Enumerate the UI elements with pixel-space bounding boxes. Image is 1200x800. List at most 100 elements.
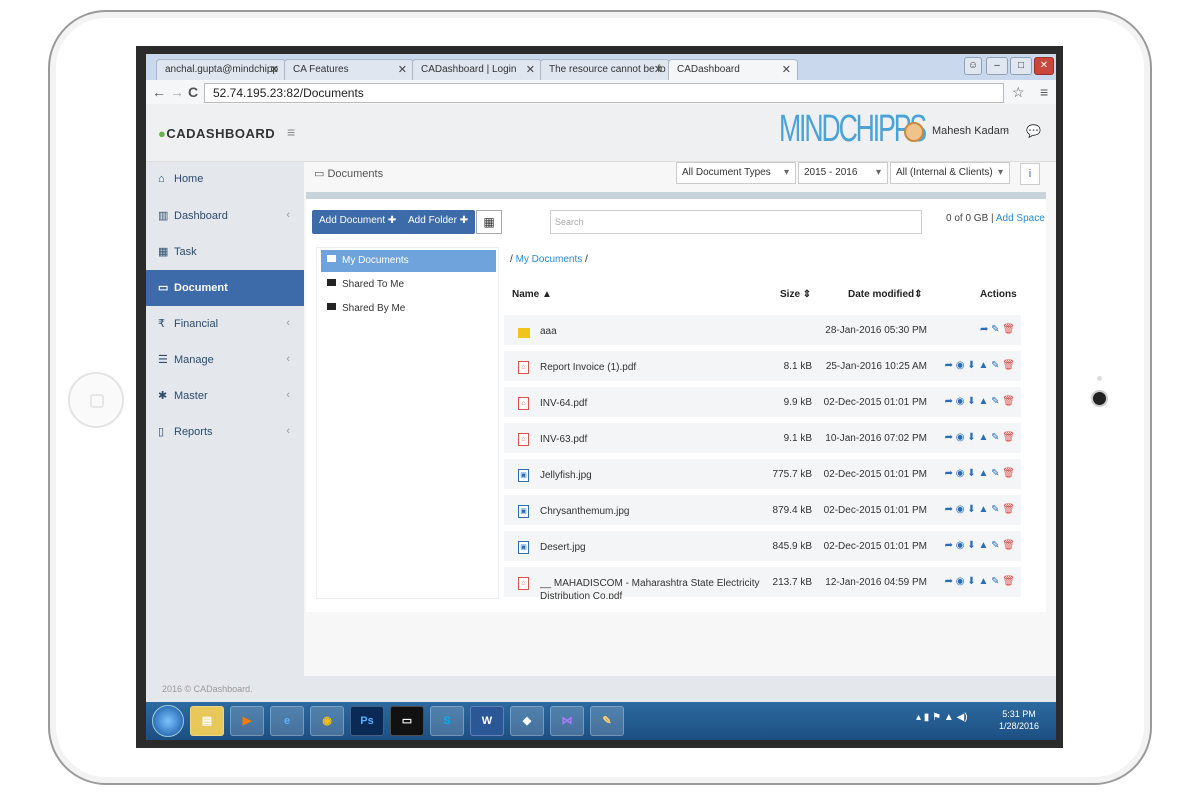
file-row[interactable]: ⌂ __ MAHADISCOM - Maharashtra State Elect… bbox=[504, 567, 1021, 599]
lock-icon[interactable]: ▲ bbox=[978, 576, 991, 587]
visual-studio-icon[interactable]: ⋈ bbox=[550, 706, 584, 736]
forward-icon[interactable]: → bbox=[170, 84, 184, 100]
browser-tab[interactable]: anchal.gupta@mindchipp ✕ bbox=[156, 59, 286, 80]
tree-item-shared-by-me[interactable]: Shared By Me bbox=[321, 298, 496, 320]
tree-item-shared-to-me[interactable]: Shared To Me bbox=[321, 274, 496, 296]
lock-icon[interactable]: ▲ bbox=[978, 396, 991, 407]
browser-tab[interactable]: CADashboard | Login ✕ bbox=[412, 59, 542, 80]
url-field[interactable]: 52.74.195.23:82/Documents bbox=[204, 83, 1004, 103]
system-tray[interactable]: ▴ ▮ ⚑ ▲ ◀) bbox=[916, 712, 968, 723]
sidebar-item-master[interactable]: ✱ Master ‹ bbox=[146, 378, 304, 414]
column-size[interactable]: Size ⇕ bbox=[780, 289, 811, 300]
edit-icon[interactable]: ✎ bbox=[991, 504, 1002, 515]
file-name[interactable]: Report Invoice (1).pdf bbox=[540, 361, 760, 374]
share-icon[interactable]: ➦ bbox=[980, 324, 991, 335]
view-icon[interactable]: ◉ bbox=[956, 576, 968, 587]
maximize-button[interactable]: □ bbox=[1010, 57, 1032, 75]
share-icon[interactable]: ➦ bbox=[945, 360, 956, 371]
edit-icon[interactable]: ✎ bbox=[991, 540, 1002, 551]
file-row[interactable]: ▣ Chrysanthemum.jpg 879.4 kB 02-Dec-2015 01… bbox=[504, 495, 1021, 527]
column-name[interactable]: Name ▲ bbox=[512, 289, 552, 300]
delete-icon[interactable]: 🗑 bbox=[1002, 360, 1015, 371]
search-input[interactable]: Search bbox=[550, 210, 922, 234]
file-row[interactable]: ▣ Jellyfish.jpg 775.7 kB 02-Dec-2015 01:01 … bbox=[504, 459, 1021, 491]
user-name[interactable]: Mahesh Kadam bbox=[932, 125, 1009, 137]
file-row[interactable]: aaa 28-Jan-2016 05:30 PM ➦ ✎ 🗑 bbox=[504, 315, 1021, 347]
add-document-button[interactable]: Add Document ✚ bbox=[312, 210, 404, 234]
start-button[interactable] bbox=[152, 705, 184, 737]
file-name[interactable]: Jellyfish.jpg bbox=[540, 469, 760, 482]
reload-icon[interactable]: C bbox=[188, 84, 198, 100]
chevron-down-icon[interactable]: ⌄ bbox=[1001, 124, 1009, 135]
hamburger-icon[interactable]: ≡ bbox=[287, 124, 295, 140]
file-name[interactable]: INV-64.pdf bbox=[540, 397, 760, 410]
download-icon[interactable]: ⬇ bbox=[967, 432, 978, 443]
browser-tab[interactable]: The resource cannot be fo ✕ bbox=[540, 59, 670, 80]
share-icon[interactable]: ➦ bbox=[945, 396, 956, 407]
sidebar-item-document[interactable]: ▭ Document bbox=[146, 270, 304, 306]
file-name[interactable]: INV-63.pdf bbox=[540, 433, 760, 446]
file-row[interactable]: ⌂ INV-63.pdf 9.1 kB 10-Jan-2016 07:02 PM ➦ ◉… bbox=[504, 423, 1021, 455]
browser-tab-active[interactable]: CADashboard ✕ bbox=[668, 59, 798, 80]
lock-icon[interactable]: ▲ bbox=[978, 468, 991, 479]
clock[interactable]: 5:31 PM 1/28/2016 bbox=[994, 708, 1044, 732]
delete-icon[interactable]: 🗑 bbox=[1002, 324, 1015, 335]
delete-icon[interactable]: 🗑 bbox=[1002, 468, 1015, 479]
lock-icon[interactable]: ▲ bbox=[978, 540, 991, 551]
column-date[interactable]: Date modified⇕ bbox=[848, 289, 923, 300]
bookmark-star-icon[interactable]: ☆ bbox=[1012, 84, 1025, 101]
media-player-icon[interactable]: ▶ bbox=[230, 706, 264, 736]
view-icon[interactable]: ◉ bbox=[956, 396, 968, 407]
share-icon[interactable]: ➦ bbox=[945, 540, 956, 551]
view-icon[interactable]: ◉ bbox=[956, 540, 968, 551]
info-button[interactable]: i bbox=[1020, 163, 1040, 185]
internet-explorer-icon[interactable]: e bbox=[270, 706, 304, 736]
tree-item-my-documents[interactable]: My Documents bbox=[321, 250, 496, 272]
delete-icon[interactable]: 🗑 bbox=[1002, 540, 1015, 551]
back-icon[interactable]: ← bbox=[152, 84, 166, 100]
view-icon[interactable]: ◉ bbox=[956, 468, 968, 479]
file-name[interactable]: __ MAHADISCOM - Maharashtra State Electr… bbox=[540, 577, 760, 599]
explorer-icon[interactable]: ▤ bbox=[190, 706, 224, 736]
word-icon[interactable]: W bbox=[470, 706, 504, 736]
share-icon[interactable]: ➦ bbox=[945, 504, 956, 515]
view-icon[interactable]: ◉ bbox=[956, 504, 968, 515]
edit-icon[interactable]: ✎ bbox=[991, 468, 1002, 479]
grid-view-button[interactable]: ▦ bbox=[476, 210, 502, 234]
share-icon[interactable]: ➦ bbox=[945, 576, 956, 587]
sidebar-item-reports[interactable]: ▯ Reports ‹ bbox=[146, 414, 304, 450]
download-icon[interactable]: ⬇ bbox=[967, 468, 978, 479]
lock-icon[interactable]: ▲ bbox=[978, 360, 991, 371]
sidebar-item-task[interactable]: ▦ Task bbox=[146, 234, 304, 270]
download-icon[interactable]: ⬇ bbox=[967, 360, 978, 371]
file-name[interactable]: Chrysanthemum.jpg bbox=[540, 505, 760, 518]
menu-icon[interactable]: ≡ bbox=[1040, 84, 1048, 100]
delete-icon[interactable]: 🗑 bbox=[1002, 504, 1015, 515]
download-icon[interactable]: ⬇ bbox=[967, 504, 978, 515]
chrome-icon[interactable]: ◉ bbox=[310, 706, 344, 736]
download-icon[interactable]: ⬇ bbox=[967, 396, 978, 407]
browser-tab[interactable]: CA Features ✕ bbox=[284, 59, 414, 80]
user-icon[interactable]: ☺ bbox=[964, 57, 982, 75]
paint-icon[interactable]: ✎ bbox=[590, 706, 624, 736]
view-icon[interactable]: ◉ bbox=[956, 432, 968, 443]
avatar[interactable] bbox=[904, 122, 924, 142]
terminal-icon[interactable]: ▭ bbox=[390, 706, 424, 736]
delete-icon[interactable]: 🗑 bbox=[1002, 396, 1015, 407]
scope-select[interactable]: All (Internal & Clients) ▾ bbox=[890, 162, 1010, 184]
download-icon[interactable]: ⬇ bbox=[967, 576, 978, 587]
edit-icon[interactable]: ✎ bbox=[991, 324, 1002, 335]
sidebar-item-home[interactable]: ⌂ Home bbox=[146, 162, 304, 198]
sidebar-item-dashboard[interactable]: ▥ Dashboard ‹ bbox=[146, 198, 304, 234]
edit-icon[interactable]: ✎ bbox=[991, 576, 1002, 587]
edit-icon[interactable]: ✎ bbox=[991, 396, 1002, 407]
edit-icon[interactable]: ✎ bbox=[991, 360, 1002, 371]
file-name[interactable]: aaa bbox=[540, 325, 760, 338]
sidebar-item-financial[interactable]: ₹ Financial ‹ bbox=[146, 306, 304, 342]
share-icon[interactable]: ➦ bbox=[945, 468, 956, 479]
minimize-button[interactable]: – bbox=[986, 57, 1008, 75]
sidebar-item-manage[interactable]: ☰ Manage ‹ bbox=[146, 342, 304, 378]
delete-icon[interactable]: 🗑 bbox=[1002, 432, 1015, 443]
delete-icon[interactable]: 🗑 bbox=[1002, 576, 1015, 587]
lock-icon[interactable]: ▲ bbox=[978, 504, 991, 515]
